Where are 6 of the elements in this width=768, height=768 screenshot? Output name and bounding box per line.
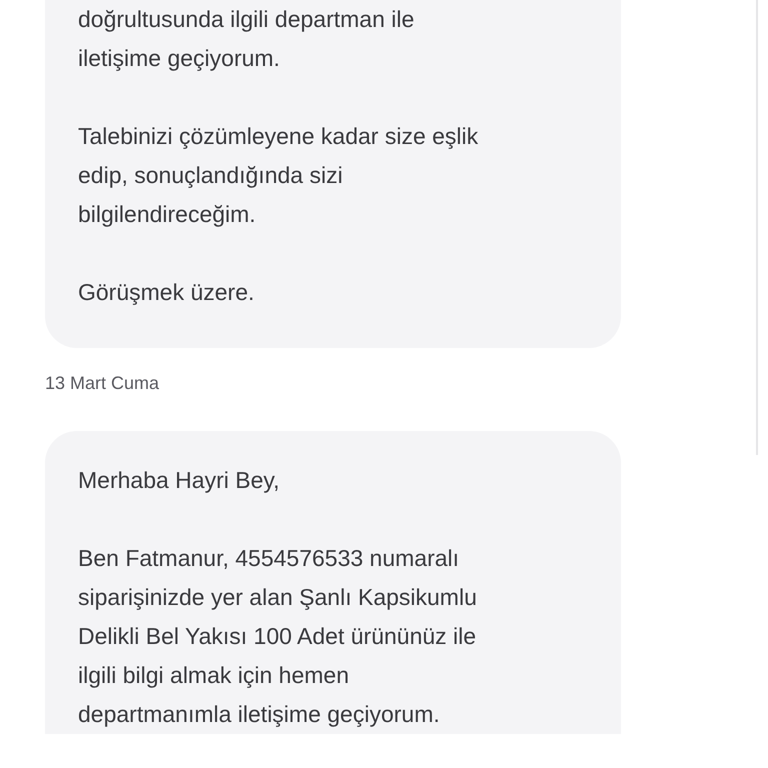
date-label: 13 Mart Cuma: [45, 372, 160, 395]
message-text: Merhaba Hayri Bey,: [78, 466, 281, 495]
message-text: Talebinizi çözümleyene kadar size eşlik edip, sonuçlandığında sizi bilgilendireceğim.: [78, 122, 480, 229]
message-text: Ben Fatmanur, 4554576533 numaralı siparişinizde yer alan Şanlı Kapsikumlu Delikli Bel Yakısı 100 Adet ürününüz ile ilgili bilgi almak için hemen departmanımla iletişime geçiyorum.: [78, 544, 478, 729]
message-text: Görüşmek üzere.: [78, 278, 256, 307]
message-text: doğrultusunda ilgili departman ile iletişime geçiyorum.: [78, 5, 416, 73]
